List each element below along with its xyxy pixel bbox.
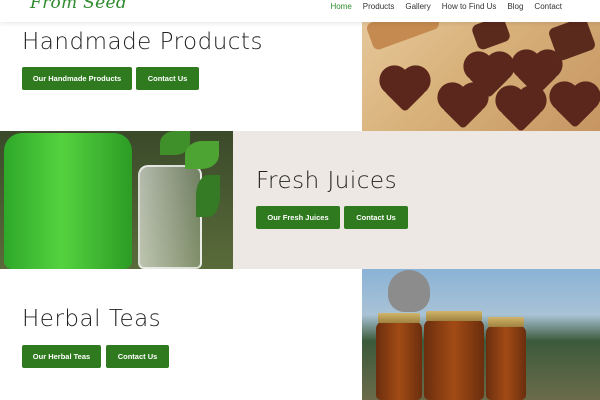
nav-contact[interactable]: Contact — [534, 2, 562, 11]
nav-gallery[interactable]: Gallery — [405, 2, 430, 11]
main-nav: Home Products Gallery How to Find Us Blo… — [330, 2, 562, 11]
nav-how-to-find-us[interactable]: How to Find Us — [442, 2, 497, 11]
site-header: From Seed Home Products Gallery How to F… — [0, 0, 600, 22]
chocolate-hearts-image — [362, 18, 600, 131]
teas-heading: Herbal Teas — [22, 306, 162, 332]
handmade-products-button[interactable]: Our Handmade Products — [22, 67, 132, 90]
teas-contact-button[interactable]: Contact Us — [106, 345, 169, 368]
fresh-juices-button[interactable]: Our Fresh Juices — [256, 206, 340, 229]
handmade-heading: Handmade Products — [22, 29, 263, 55]
herbal-tea-image — [362, 269, 600, 400]
nav-products[interactable]: Products — [363, 2, 395, 11]
site-logo[interactable]: From Seed — [30, 0, 127, 13]
juices-heading: Fresh Juices — [256, 168, 398, 194]
juices-contact-button[interactable]: Contact Us — [344, 206, 408, 229]
green-juice-image — [0, 131, 233, 269]
nav-blog[interactable]: Blog — [507, 2, 523, 11]
handmade-contact-button[interactable]: Contact Us — [136, 67, 199, 90]
herbal-teas-button[interactable]: Our Herbal Teas — [22, 345, 101, 368]
nav-home[interactable]: Home — [330, 2, 351, 11]
